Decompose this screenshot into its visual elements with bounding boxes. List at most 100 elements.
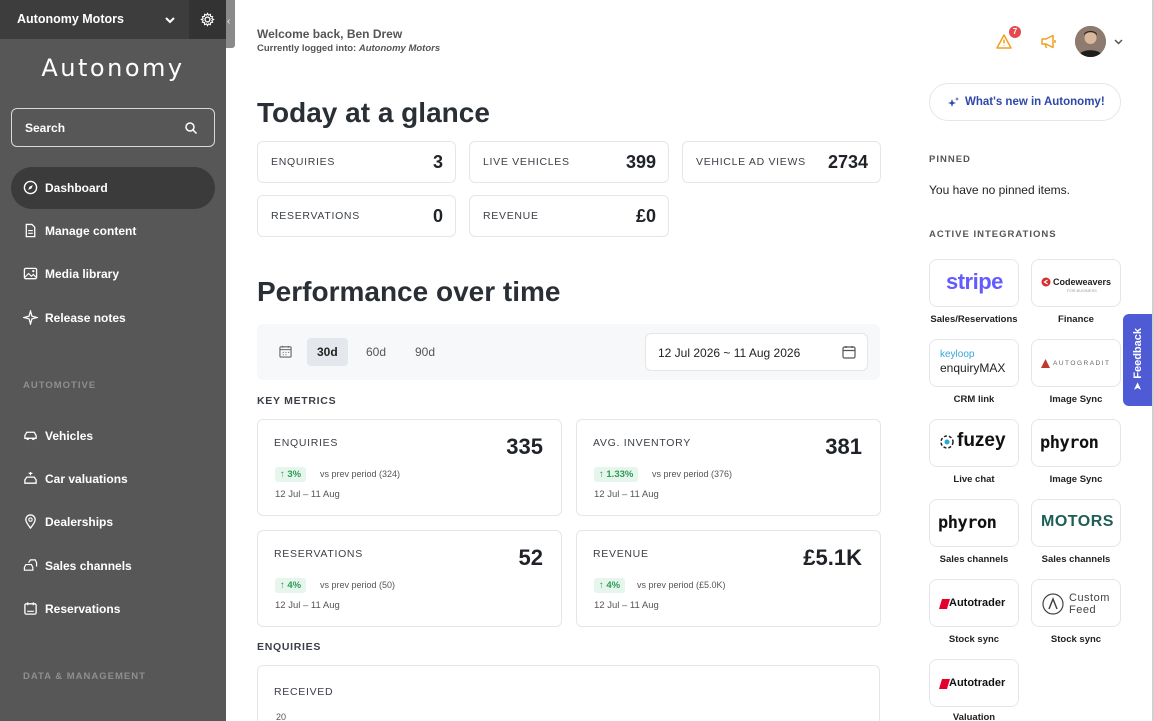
- key-metrics-label: KEY METRICS: [257, 395, 337, 407]
- autogradit-logo-icon: [1041, 359, 1050, 368]
- arrow-icon: ➤: [1132, 378, 1144, 392]
- org-switcher[interactable]: Autonomy Motors: [0, 0, 226, 39]
- range-90d-button[interactable]: 90d: [405, 338, 445, 366]
- metric-card-revenue[interactable]: REVENUE £5.1K ↑ 4% vs prev period (£5.0K…: [576, 530, 881, 627]
- sidebar-item-media-library[interactable]: Media library: [11, 253, 215, 295]
- logged-in-prefix: Currently logged into:: [257, 43, 359, 54]
- integration-caption: Sales channels: [939, 554, 1009, 565]
- autogradit-logo: AUTOGRADIT: [1053, 360, 1111, 367]
- sidebar-item-vehicles[interactable]: Vehicles: [11, 415, 215, 457]
- integration-phyron-image[interactable]: phyron: [1031, 419, 1121, 467]
- feedback-text: Feedback: [1132, 328, 1144, 379]
- sidebar-item-reservations[interactable]: Reservations: [11, 588, 215, 630]
- location-pin-icon: [25, 514, 36, 529]
- sparkle-icon: [23, 310, 38, 325]
- warning-icon[interactable]: [996, 34, 1012, 49]
- stat-value: 3: [432, 152, 443, 172]
- metric-label: ENQUIRIES: [274, 437, 339, 449]
- feedback-button[interactable]: ➤ Feedback: [1123, 314, 1154, 406]
- integration-caption: Sales channels: [1041, 554, 1111, 565]
- range-60d-button[interactable]: 60d: [356, 338, 396, 366]
- integration-custom-feed[interactable]: Custom Feed: [1031, 579, 1121, 627]
- date-range-value: 12 Jul 2026 ~ 11 Aug 2026: [658, 346, 801, 360]
- sidebar-item-dashboard[interactable]: Dashboard: [11, 167, 215, 209]
- fuzey-logo: fuzey: [957, 430, 1006, 451]
- metric-date-range: 12 Jul – 11 Aug: [275, 600, 340, 611]
- prev-period: vs prev period (376): [652, 469, 733, 479]
- search-input[interactable]: Search: [11, 108, 215, 147]
- no-pinned-text: You have no pinned items.: [929, 183, 1070, 197]
- sidebar: Autonomy Motors Autonomy Search Dashboar…: [0, 0, 226, 721]
- metric-date-range: 12 Jul – 11 Aug: [594, 600, 659, 611]
- megaphone-icon[interactable]: [1040, 34, 1058, 49]
- keyloop-logo: keyloop: [940, 349, 975, 360]
- metric-value: 52: [518, 545, 543, 570]
- metric-label: REVENUE: [593, 548, 649, 560]
- chevron-down-icon[interactable]: [163, 13, 177, 27]
- motors-logo: MOTORS: [1041, 513, 1114, 530]
- metric-value: £5.1K: [803, 545, 862, 570]
- stat-revenue[interactable]: REVENUE £0: [469, 195, 669, 237]
- stripe-logo: stripe: [946, 269, 1003, 294]
- avatar-photo: [1075, 26, 1106, 57]
- sidebar-item-car-valuations[interactable]: Car valuations: [11, 458, 215, 500]
- prev-period: vs prev period (324): [320, 469, 401, 479]
- integration-stripe[interactable]: stripe: [929, 259, 1019, 307]
- calendar-icon: [279, 345, 292, 358]
- integration-motors[interactable]: MOTORS: [1031, 499, 1121, 547]
- change-badge: ↑ 4%: [594, 578, 626, 593]
- stat-vehicle-ad-views[interactable]: VEHICLE AD VIEWS 2734: [682, 141, 881, 183]
- integration-autotrader-stock[interactable]: Autotrader: [929, 579, 1019, 627]
- metric-card-enquiries[interactable]: ENQUIRIES 335 ↑ 3% vs prev period (324) …: [257, 419, 562, 516]
- integration-autogradit[interactable]: AUTOGRADIT: [1031, 339, 1121, 387]
- autotrader-logo: Autotrader: [949, 597, 1006, 609]
- integration-caption: Stock sync: [1050, 634, 1102, 645]
- sidebar-item-dealerships[interactable]: Dealerships: [11, 501, 215, 543]
- whats-new-button[interactable]: What's new in Autonomy!: [929, 83, 1121, 121]
- integration-caption: Valuation: [952, 712, 996, 721]
- integration-phyron-sales[interactable]: phyron: [929, 499, 1019, 547]
- sparkle-icon: [948, 97, 959, 107]
- metric-card-reservations[interactable]: RESERVATIONS 52 ↑ 4% vs prev period (50)…: [257, 530, 562, 627]
- codeweavers-logo-sub: FOR BUSINESS: [1067, 288, 1097, 293]
- stat-label: VEHICLE AD VIEWS: [696, 156, 806, 168]
- codeweavers-logo: Codeweavers: [1053, 277, 1112, 287]
- metric-card-avg-inventory[interactable]: AVG. INVENTORY 381 ↑ 1.33% vs prev perio…: [576, 419, 881, 516]
- integration-caption: Finance: [1058, 314, 1094, 325]
- integration-autotrader-valuation[interactable]: Autotrader: [929, 659, 1019, 707]
- pinned-heading: PINNED: [929, 154, 971, 165]
- integration-codeweavers[interactable]: Codeweavers FOR BUSINESS: [1031, 259, 1121, 307]
- stat-enquiries[interactable]: ENQUIRIES 3: [257, 141, 456, 183]
- feedback-label: ➤ Feedback: [1131, 328, 1144, 391]
- gear-icon: [200, 12, 215, 27]
- stat-label: ENQUIRIES: [271, 156, 336, 168]
- org-name: Autonomy Motors: [17, 12, 124, 26]
- enquirymax-logo: enquiryMAX: [940, 361, 1006, 375]
- integration-fuzey[interactable]: fuzey: [929, 419, 1019, 467]
- metric-label: RESERVATIONS: [274, 548, 363, 560]
- sidebar-item-release-notes[interactable]: Release notes: [11, 297, 215, 339]
- stat-label: REVENUE: [483, 210, 539, 222]
- codeweavers-logo-icon: [1041, 277, 1051, 287]
- stat-value: 2734: [827, 152, 868, 172]
- stat-live-vehicles[interactable]: LIVE VEHICLES 399: [469, 141, 669, 183]
- sidebar-item-sales-channels[interactable]: Sales channels: [11, 545, 215, 587]
- chevron-down-icon[interactable]: [1113, 36, 1124, 47]
- sidebar-item-manage-content[interactable]: Manage content: [11, 210, 215, 252]
- phyron-logo: phyron: [938, 513, 997, 533]
- received-axis-tick: 20: [276, 712, 287, 721]
- phyron-logo: phyron: [1040, 433, 1099, 453]
- custom-feed-logo: Custom: [1069, 592, 1110, 604]
- range-30d-button[interactable]: 30d: [307, 338, 348, 366]
- date-range-picker[interactable]: 12 Jul 2026 ~ 11 Aug 2026: [645, 333, 868, 371]
- stat-reservations[interactable]: RESERVATIONS 0: [257, 195, 456, 237]
- nav-section-automotive: AUTOMOTIVE: [23, 380, 97, 391]
- change-value: 1.33%: [606, 469, 634, 480]
- org-settings-button[interactable]: [189, 0, 226, 39]
- reservation-icon: [24, 602, 37, 615]
- search-placeholder: Search: [25, 121, 66, 135]
- search-icon: [185, 122, 198, 135]
- avatar[interactable]: [1075, 26, 1106, 57]
- integration-enquirymax[interactable]: keyloop enquiryMAX: [929, 339, 1019, 387]
- collapse-sidebar-handle[interactable]: ‹: [226, 0, 235, 48]
